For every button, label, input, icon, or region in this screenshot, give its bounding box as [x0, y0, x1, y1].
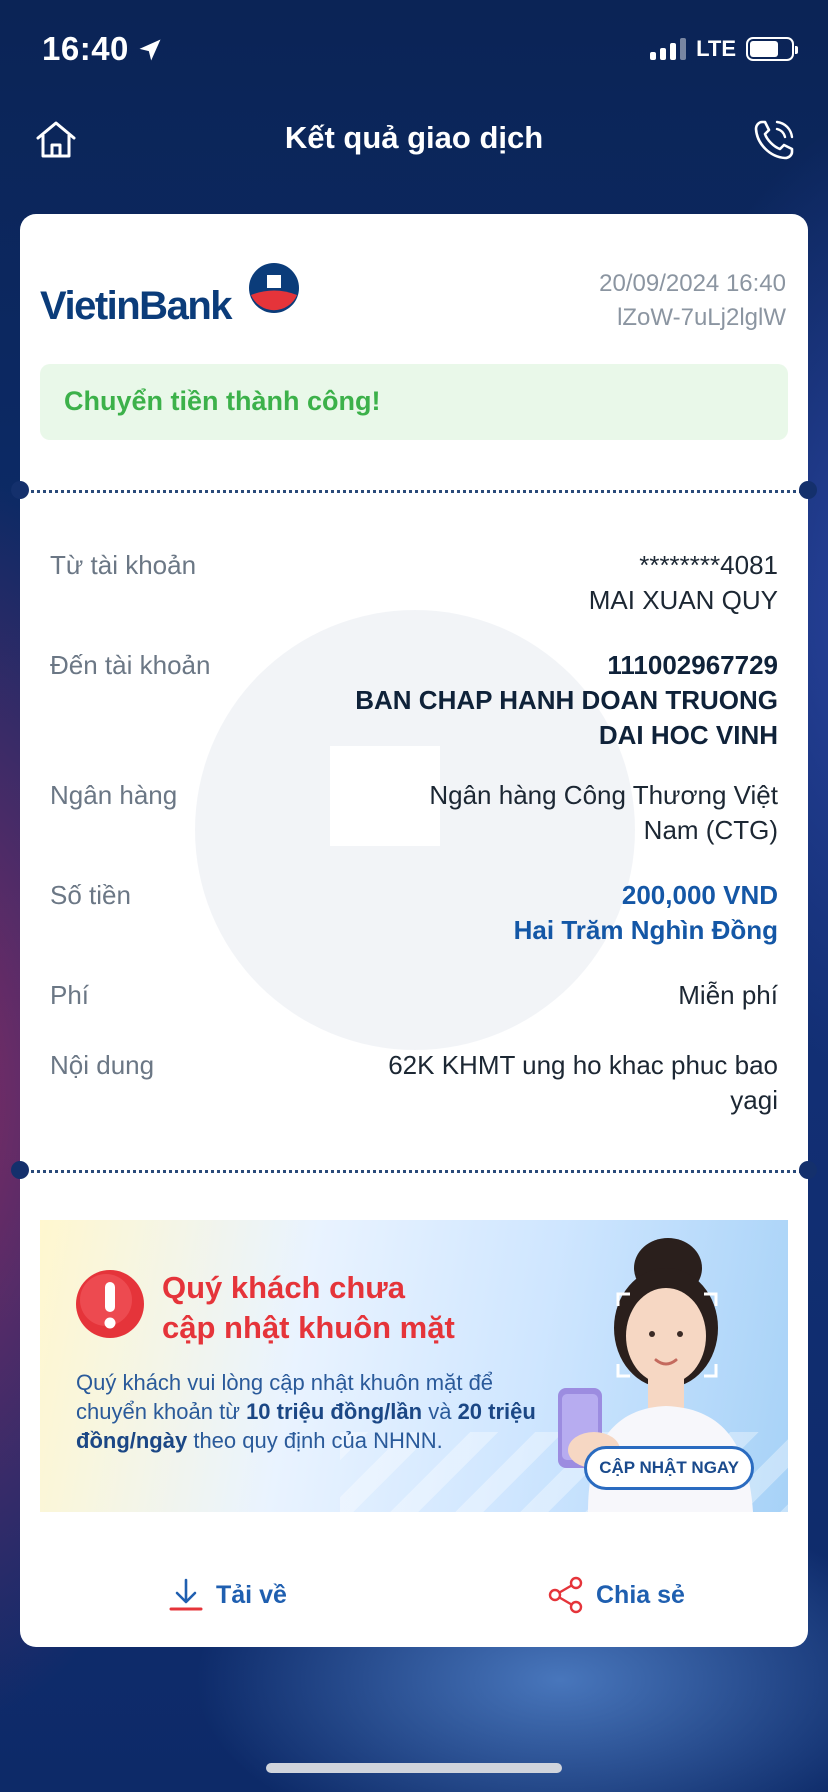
- card-notch-right: [799, 1161, 817, 1179]
- signal-icon: [650, 38, 687, 60]
- banner-title-line2: cập nhật khuôn mặt: [162, 1310, 455, 1345]
- card-notch-left: [11, 1161, 29, 1179]
- status-indicators: LTE: [650, 36, 798, 62]
- fee-label: Phí: [50, 980, 90, 1010]
- transaction-receipt-card: VietinBank 20/09/2024 16:40 lZoW-7uLj2lg…: [20, 214, 808, 1647]
- success-banner: Chuyển tiền thành công!: [40, 364, 788, 440]
- from-account-number: ********4081: [639, 550, 778, 580]
- to-account-value: 111002967729 BAN CHAP HANH DOAN TRUONG D…: [318, 648, 778, 753]
- logo-mark-icon: [249, 263, 299, 313]
- banner-desc-part: và: [422, 1399, 458, 1424]
- amount-value: 200,000 VND Hai Trăm Nghìn Đồng: [318, 878, 778, 948]
- transaction-code: lZoW-7uLj2lglW: [617, 304, 786, 331]
- home-indicator[interactable]: [266, 1763, 562, 1773]
- card-notch-right: [799, 481, 817, 499]
- phone-call-icon[interactable]: [750, 116, 798, 164]
- battery-icon: [746, 37, 798, 61]
- share-button[interactable]: Chia sẻ: [546, 1570, 685, 1620]
- to-account-name-line2: DAI HOC VINH: [598, 720, 778, 750]
- to-account-name-line1: BAN CHAP HANH DOAN TRUONG: [355, 685, 778, 715]
- page-title: Kết quả giao dịch: [284, 120, 544, 155]
- banner-title: Quý khách chưa cập nhật khuôn mặt: [162, 1268, 522, 1348]
- bank-name-line1: Ngân hàng Công Thương Việt: [429, 780, 778, 810]
- to-account-label: Đến tài khoản: [50, 650, 211, 680]
- share-label: Chia sẻ: [596, 1580, 685, 1609]
- divider-top: [20, 490, 808, 493]
- warning-icon: [76, 1270, 144, 1338]
- banner-desc-bold: 10 triệu đồng/lần: [246, 1399, 423, 1424]
- status-bar: 16:40 LTE: [0, 0, 828, 100]
- status-time: 16:40: [42, 30, 129, 67]
- brand-name: VietinBank: [40, 284, 233, 328]
- from-account-value: ********4081 MAI XUAN QUY: [318, 548, 778, 618]
- from-account-name: MAI XUAN QUY: [588, 585, 778, 615]
- bank-name-line2: Nam (CTG): [643, 815, 778, 845]
- success-message: Chuyển tiền thành công!: [64, 386, 381, 416]
- content-line1: 62K KHMT ung ho khac phuc bao: [388, 1050, 778, 1080]
- content-value: 62K KHMT ung ho khac phuc bao yagi: [318, 1048, 778, 1118]
- face-update-banner[interactable]: Quý khách chưa cập nhật khuôn mặt Quý kh…: [40, 1220, 788, 1512]
- banner-desc-part: theo quy định của NHNN.: [187, 1428, 443, 1453]
- network-label: LTE: [696, 36, 736, 61]
- share-icon: [548, 1576, 583, 1614]
- content-line2: yagi: [730, 1085, 778, 1115]
- to-account-number: 111002967729: [607, 650, 778, 680]
- from-account-label: Từ tài khoản: [50, 550, 197, 580]
- download-label: Tải về: [216, 1580, 287, 1609]
- amount-number: 200,000 VND: [621, 880, 778, 910]
- location-arrow-icon: [139, 39, 161, 61]
- banner-description: Quý khách vui lòng cập nhật khuôn mặt để…: [76, 1368, 546, 1455]
- update-now-button[interactable]: CẬP NHẬT NGAY: [584, 1446, 754, 1490]
- transaction-datetime: 20/09/2024 16:40: [599, 270, 786, 297]
- fee-value: Miễn phí: [678, 980, 778, 1010]
- content-label: Nội dung: [50, 1050, 155, 1080]
- download-button[interactable]: Tải về: [166, 1570, 287, 1620]
- banner-title-line1: Quý khách chưa: [162, 1270, 405, 1305]
- download-icon: [169, 1578, 203, 1611]
- card-notch-left: [11, 481, 29, 499]
- bank-value: Ngân hàng Công Thương Việt Nam (CTG): [318, 778, 778, 848]
- amount-in-words: Hai Trăm Nghìn Đồng: [513, 915, 778, 945]
- amount-label: Số tiền: [50, 880, 131, 910]
- bank-label: Ngân hàng: [50, 780, 178, 810]
- divider-bottom: [20, 1170, 808, 1173]
- top-bar: Kết quả giao dịch: [0, 108, 828, 172]
- vietinbank-logo: VietinBank: [40, 262, 302, 328]
